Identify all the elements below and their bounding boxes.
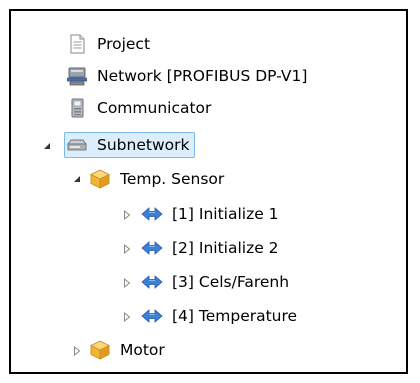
expand-toggle-initialize-2[interactable] xyxy=(122,244,132,254)
tree-item-label: Subnetwork xyxy=(97,136,190,154)
selection-highlight: Subnetwork xyxy=(64,132,196,158)
tree-item-network[interactable]: Network [PROFIBUS DP-V1] xyxy=(66,63,310,89)
tree-item-temperature[interactable]: [4] Temperature xyxy=(141,303,300,329)
tree-item-communicator[interactable]: Communicator xyxy=(66,95,214,121)
expanded-triangle-icon xyxy=(44,143,50,149)
device-box-icon xyxy=(89,168,111,190)
tree-item-label: [3] Cels/Farenh xyxy=(172,273,290,291)
expand-toggle-subnetwork[interactable] xyxy=(42,141,52,151)
device-box-icon xyxy=(89,339,111,361)
tree-item-subnetwork[interactable]: Subnetwork xyxy=(64,132,196,158)
tree-item-label: Network [PROFIBUS DP-V1] xyxy=(97,67,308,85)
collapsed-triangle-icon xyxy=(124,278,131,288)
tree-item-label: [4] Temperature xyxy=(172,307,298,325)
tree-item-label: [2] Initialize 2 xyxy=(172,239,279,257)
communicator-icon xyxy=(66,97,88,119)
tree-item-initialize-2[interactable]: [2] Initialize 2 xyxy=(141,235,282,261)
tree-panel: Project Network [PROFIBUS DP-V1] Communi… xyxy=(9,9,408,374)
tree-item-label: Communicator xyxy=(97,99,212,117)
tree-item-initialize-1[interactable]: [1] Initialize 1 xyxy=(141,201,282,227)
tree-item-label: Motor xyxy=(120,341,165,359)
expand-toggle-initialize-1[interactable] xyxy=(122,210,132,220)
exchange-arrows-icon xyxy=(141,237,163,259)
network-icon xyxy=(66,65,88,87)
expand-toggle-cels-farenh[interactable] xyxy=(122,278,132,288)
exchange-arrows-icon xyxy=(141,203,163,225)
tree-item-label: [1] Initialize 1 xyxy=(172,205,279,223)
collapsed-triangle-icon xyxy=(124,312,131,322)
collapsed-triangle-icon xyxy=(74,346,81,356)
tree-item-motor[interactable]: Motor xyxy=(89,337,168,363)
expand-toggle-temperature[interactable] xyxy=(122,312,132,322)
exchange-arrows-icon xyxy=(141,271,163,293)
tree-item-label: Project xyxy=(97,35,151,53)
tree-item-temp-sensor[interactable]: Temp. Sensor xyxy=(89,166,227,192)
expand-toggle-temp-sensor[interactable] xyxy=(72,174,82,184)
expanded-triangle-icon xyxy=(74,176,80,182)
document-icon xyxy=(66,33,88,55)
tree-item-cels-farenh[interactable]: [3] Cels/Farenh xyxy=(141,269,292,295)
collapsed-triangle-icon xyxy=(124,210,131,220)
project-tree: Project Network [PROFIBUS DP-V1] Communi… xyxy=(11,11,406,372)
exchange-arrows-icon xyxy=(141,305,163,327)
subnetwork-icon xyxy=(66,134,88,156)
tree-item-project[interactable]: Project xyxy=(66,31,153,57)
tree-item-label: Temp. Sensor xyxy=(120,170,225,188)
collapsed-triangle-icon xyxy=(124,244,131,254)
expand-toggle-motor[interactable] xyxy=(72,346,82,356)
